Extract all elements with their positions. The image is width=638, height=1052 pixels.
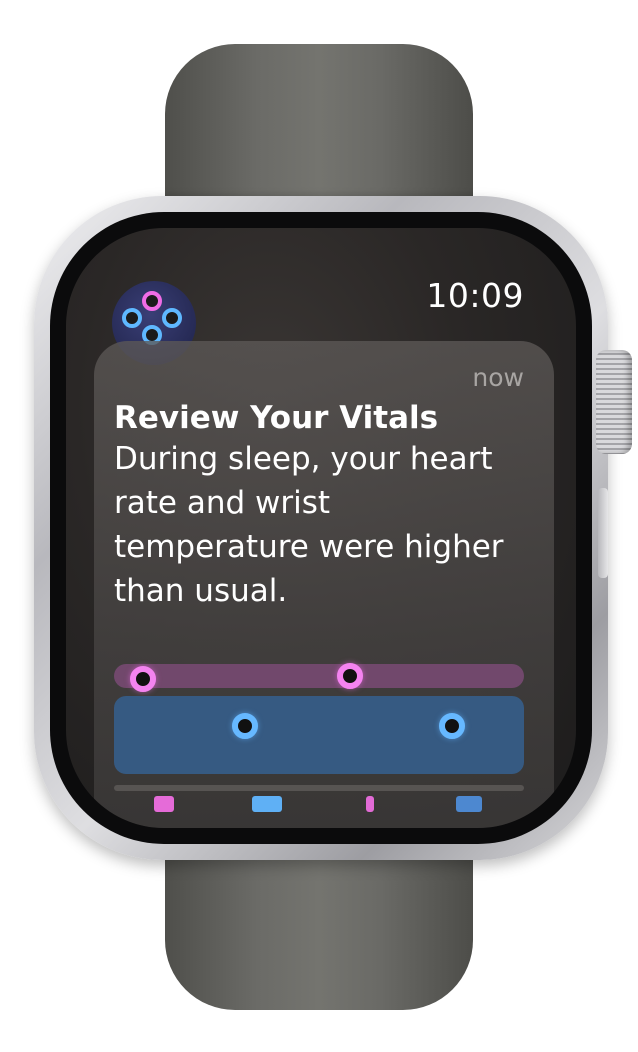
notification-card[interactable]: now Review Your Vitals During sleep, you… — [94, 341, 554, 828]
watch-screen: 10:09 now Review Your Vitals During slee… — [66, 228, 576, 828]
sleep-icon — [456, 796, 482, 812]
digital-crown[interactable] — [596, 350, 632, 454]
vitals-marker-pink-2 — [337, 663, 363, 689]
icon-dot-top — [142, 291, 162, 311]
clock-time: 10:09 — [426, 276, 524, 315]
notification-body: During sleep, your heart rate and wrist … — [114, 441, 504, 609]
lungs-icon — [252, 796, 282, 812]
side-button[interactable] — [598, 488, 608, 578]
notification-title: Review Your Vitals — [114, 400, 439, 436]
heart-icon — [154, 796, 174, 812]
vitals-track-blue — [114, 696, 524, 774]
thermometer-icon — [366, 796, 374, 812]
vitals-marker-blue-2 — [439, 713, 465, 739]
vitals-marker-blue-1 — [232, 713, 258, 739]
icon-dot-left — [122, 308, 142, 328]
bottom-icon-row — [66, 796, 576, 816]
vitals-track-pink — [114, 664, 524, 688]
card-divider — [114, 785, 524, 791]
vitals-marker-pink-1 — [130, 666, 156, 692]
notification-timestamp: now — [472, 363, 524, 392]
icon-dot-right — [162, 308, 182, 328]
